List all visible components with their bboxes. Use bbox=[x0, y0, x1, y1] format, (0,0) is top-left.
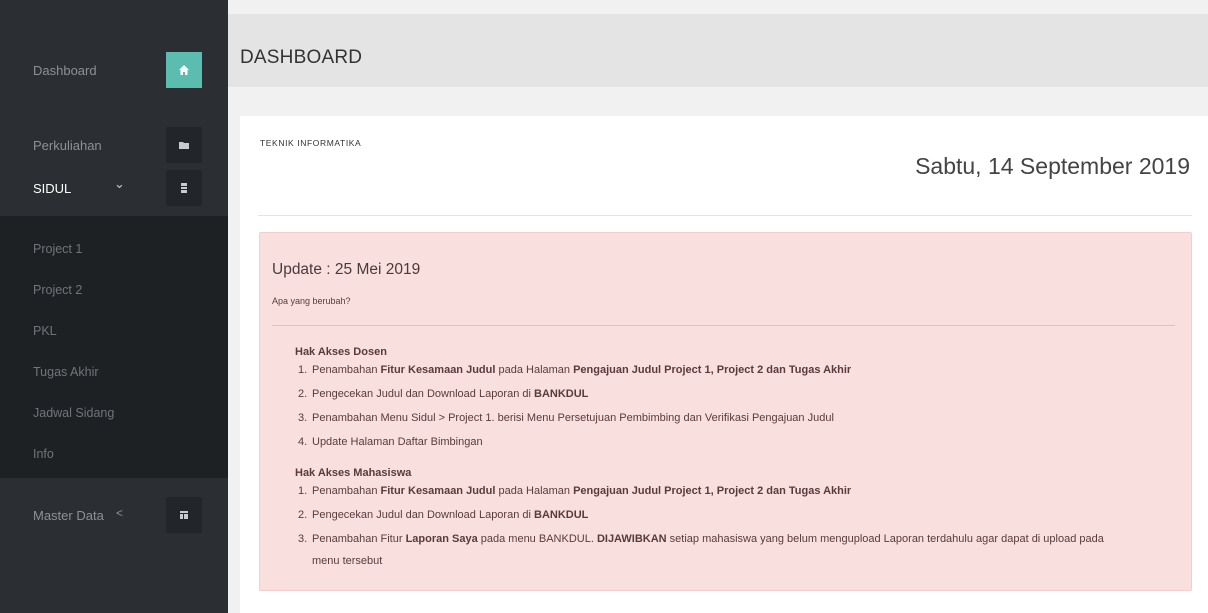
home-icon[interactable] bbox=[166, 52, 202, 88]
update-title: Update : 25 Mei 2019 bbox=[272, 261, 421, 278]
list-item: 1. Penambahan Fitur Kesamaan Judul pada H… bbox=[298, 364, 852, 376]
list-item: 4. Update Halaman Daftar Bimbingan bbox=[298, 436, 483, 448]
sidebar-item-label: Master Data bbox=[33, 507, 104, 523]
sidul-submenu: Project 1 Project 2 PKL Tugas Akhir Jadw… bbox=[0, 216, 228, 478]
chevron-down-icon: ⌄ bbox=[114, 176, 125, 191]
update-alert: Update : 25 Mei 2019 Apa yang berubah? H… bbox=[259, 232, 1192, 591]
list-item-continuation: menu tersebut bbox=[312, 555, 383, 567]
list-item: 2. Pengecekan Judul dan Download Laporan … bbox=[298, 509, 589, 521]
sidebar-item-master-data[interactable]: Master Data < bbox=[0, 497, 228, 533]
group-title-dosen: Hak Akses Dosen bbox=[295, 346, 387, 358]
sidebar-item-tugas-akhir[interactable]: Tugas Akhir bbox=[33, 365, 99, 379]
chevron-left-icon: < bbox=[116, 506, 124, 520]
list-item: 1. Penambahan Fitur Kesamaan Judul pada H… bbox=[298, 485, 852, 497]
sidebar-item-label: Perkuliahan bbox=[33, 137, 102, 153]
current-date: Sabtu, 14 September 2019 bbox=[915, 153, 1190, 179]
header-bar: DASHBOARD bbox=[228, 14, 1208, 87]
group-title-mahasiswa: Hak Akses Mahasiswa bbox=[295, 467, 412, 479]
sidebar-item-project-2[interactable]: Project 2 bbox=[33, 283, 82, 297]
list-item: 3. Penambahan Fitur Laporan Saya pada men… bbox=[298, 533, 1104, 545]
divider bbox=[272, 325, 1175, 326]
sidebar-item-perkuliahan[interactable]: Perkuliahan bbox=[0, 127, 228, 163]
sidebar-item-jadwal-sidang[interactable]: Jadwal Sidang bbox=[33, 406, 114, 420]
department-label: TEKNIK INFORMATIKA bbox=[260, 138, 362, 148]
divider bbox=[258, 215, 1192, 216]
sidebar-item-sidul[interactable]: SIDUL ⌄ bbox=[0, 170, 228, 206]
server-icon[interactable] bbox=[166, 170, 202, 206]
sidebar-item-pkl[interactable]: PKL bbox=[33, 324, 57, 338]
sidebar-item-project-1[interactable]: Project 1 bbox=[33, 242, 82, 256]
sidebar-item-label: SIDUL bbox=[33, 180, 72, 196]
sidebar: Dashboard Perkuliahan SIDUL ⌄ Project 1 … bbox=[0, 0, 228, 613]
list-item: 3. Penambahan Menu Sidul > Project 1. ber… bbox=[298, 412, 834, 424]
sidebar-item-label: Dashboard bbox=[33, 62, 97, 78]
list-item: 2. Pengecekan Judul dan Download Laporan … bbox=[298, 388, 589, 400]
folder-icon[interactable] bbox=[166, 127, 202, 163]
sidebar-item-info[interactable]: Info bbox=[33, 447, 54, 461]
sidebar-item-dashboard[interactable]: Dashboard bbox=[0, 52, 228, 88]
main-panel: TEKNIK INFORMATIKA Sabtu, 14 September 2… bbox=[240, 116, 1208, 613]
page-title: DASHBOARD bbox=[240, 47, 363, 68]
update-question: Apa yang berubah? bbox=[272, 296, 351, 306]
table-icon[interactable] bbox=[166, 497, 202, 533]
